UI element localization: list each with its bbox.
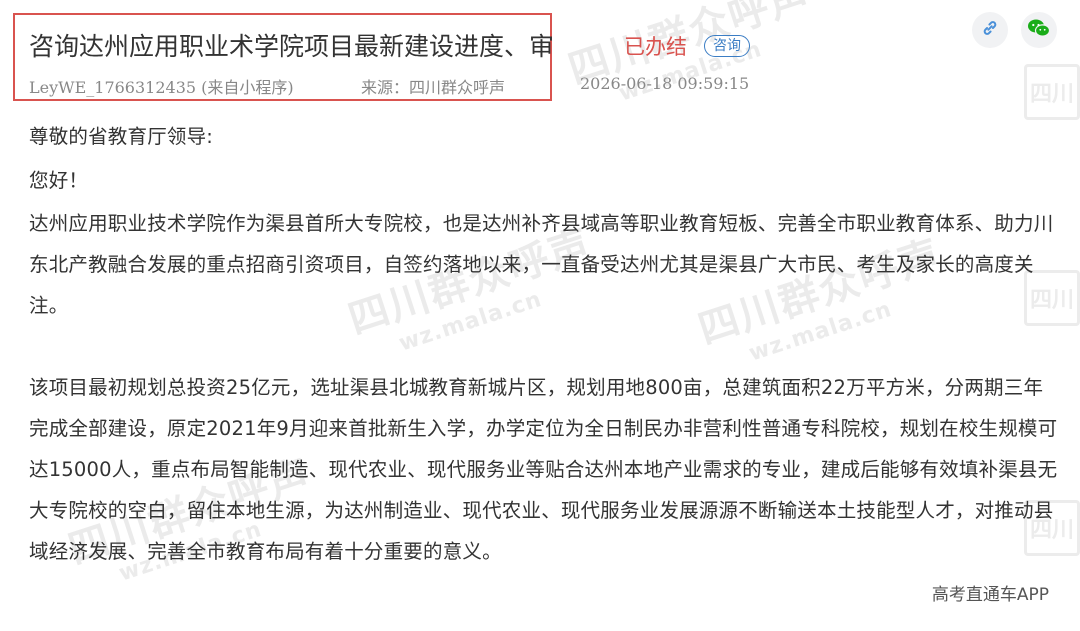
source-label: 来源：四川群众呼声 [361,78,506,97]
wechat-share-button[interactable] [1021,12,1057,48]
salutation: 尊敬的省教育厅领导: [29,125,214,148]
page-title: 咨询达州应用职业术学院项目最新建设进度、审 [29,32,555,61]
status-label: 已办结 [624,35,687,59]
author-name: LeyWE_1766312435 (来自小程序) [29,78,294,97]
paragraph: 达州应用职业技术学院作为渠县首所大专院校，也是达州补齐县域高等职业教育短板、完善… [29,212,1054,317]
category-badge: 咨询 [704,35,750,57]
paragraph: 该项目最初规划总投资25亿元，选址渠县北城教育新城片区，规划用地800亩，总建筑… [29,376,1058,563]
link-icon [980,18,1000,42]
post-datetime: 2026-06-18 09:59:15 [580,74,750,93]
copy-link-button[interactable] [972,12,1008,48]
article-body: 尊敬的省教育厅领导: 您好！ 达州应用职业技术学院作为渠县首所大专院校，也是达州… [29,115,1059,572]
greeting: 您好！ [29,169,89,192]
watermark: 四川群众呼声 wz.mala.cn [560,0,825,119]
watermark-logo: 四川 [1024,64,1080,120]
wechat-icon [1027,17,1051,43]
source-app-label: 高考直通车APP [931,585,1049,605]
